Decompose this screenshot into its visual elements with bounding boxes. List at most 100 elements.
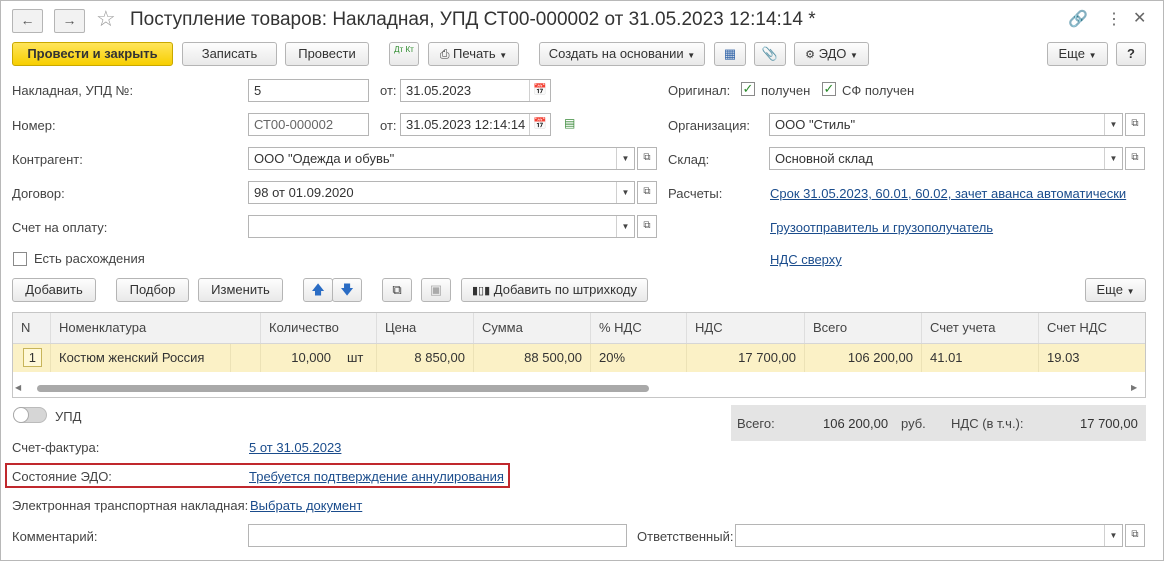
column-header-vat-account[interactable]: Счет НДС xyxy=(1039,313,1145,343)
cell-vat[interactable]: 17 700,00 xyxy=(687,344,805,372)
dropdown-arrow-icon[interactable]: ▼ xyxy=(616,182,634,203)
post-button[interactable]: Провести xyxy=(285,42,369,66)
pick-button[interactable]: Подбор xyxy=(116,278,189,302)
link-icon[interactable]: 🔗 xyxy=(1068,9,1088,29)
dropdown-arrow-icon[interactable]: ▼ xyxy=(616,148,634,169)
scroll-right-icon[interactable]: ▶ xyxy=(1131,383,1137,392)
open-icon: ⧉ xyxy=(643,152,651,163)
contract-field[interactable]: 98 от 01.09.2020 ▼ xyxy=(248,181,635,204)
invoice-no-field[interactable]: 5 xyxy=(248,79,369,102)
edo-button[interactable]: ⚙ ЭДО ▼ xyxy=(794,42,869,66)
move-up-button[interactable]: 🡅 xyxy=(303,278,333,302)
organization-label: Организация: xyxy=(668,118,751,133)
more-button[interactable]: Еще ▼ xyxy=(1047,42,1108,66)
upd-label: УПД xyxy=(55,409,82,424)
dropdown-arrow-icon[interactable]: ▼ xyxy=(1104,114,1122,135)
etn-link[interactable]: Выбрать документ xyxy=(250,498,362,513)
dropdown-arrow-icon[interactable]: ▼ xyxy=(1104,525,1122,546)
invoice-date-value: 31.05.2023 xyxy=(406,83,472,98)
cell-total[interactable]: 106 200,00 xyxy=(805,344,922,372)
organization-field[interactable]: ООО "Стиль" ▼ xyxy=(769,113,1123,136)
warehouse-field[interactable]: Основной склад ▼ xyxy=(769,147,1123,170)
cell-account[interactable]: 41.01 xyxy=(922,344,1039,372)
forward-button[interactable]: → xyxy=(54,9,85,33)
calendar-icon[interactable]: 📅 xyxy=(529,80,550,101)
save-button[interactable]: Записать xyxy=(182,42,277,66)
goods-table: N Номенклатура Количество Цена Сумма % Н… xyxy=(12,312,1146,398)
responsible-label: Ответственный: xyxy=(637,529,734,544)
scroll-left-icon[interactable]: ◀ xyxy=(15,383,21,392)
comment-field[interactable] xyxy=(248,524,627,547)
edo-state-link[interactable]: Требуется подтверждение аннулирования xyxy=(249,469,504,484)
dropdown-arrow-icon[interactable]: ▼ xyxy=(616,216,634,237)
number-field[interactable]: СТ00-000002 xyxy=(248,113,369,136)
dt-kt-button[interactable]: Дт Кт xyxy=(389,42,419,66)
contract-value: 98 от 01.09.2020 xyxy=(254,185,354,200)
number-date-field[interactable]: 31.05.2023 12:14:14 📅 xyxy=(400,113,551,136)
cell-qty[interactable]: 10,000 xyxy=(261,344,339,372)
counterparty-label: Контрагент: xyxy=(12,152,83,167)
column-header-sum[interactable]: Сумма xyxy=(474,313,591,343)
column-header-total[interactable]: Всего xyxy=(805,313,922,343)
structure-button[interactable]: ▦ xyxy=(714,42,746,66)
counterparty-field[interactable]: ООО "Одежда и обувь" ▼ xyxy=(248,147,635,170)
cell-price[interactable]: 8 850,00 xyxy=(377,344,474,372)
invoice-link[interactable]: 5 от 31.05.2023 xyxy=(249,440,341,455)
warehouse-label: Склад: xyxy=(668,152,710,167)
table-row[interactable]: 1 Костюм женский Россия 10,000 шт 8 850,… xyxy=(13,344,1145,372)
invoice-date-field[interactable]: 31.05.2023 📅 xyxy=(400,79,551,102)
open-contract-button[interactable]: ⧉ xyxy=(637,181,657,204)
cell-vat-account[interactable]: 19.03 xyxy=(1039,344,1145,372)
create-based-button[interactable]: Создать на основании ▼ xyxy=(539,42,705,66)
dropdown-arrow-icon[interactable]: ▼ xyxy=(1104,148,1122,169)
copy-icon: ⧉ xyxy=(392,282,402,297)
status-check-icon[interactable]: ▤ xyxy=(564,116,575,130)
attach-button[interactable]: 📎 xyxy=(754,42,786,66)
open-responsible-button[interactable]: ⧉ xyxy=(1125,524,1145,547)
add-row-button[interactable]: Добавить xyxy=(12,278,96,302)
change-button[interactable]: Изменить xyxy=(198,278,283,302)
column-header-price[interactable]: Цена xyxy=(377,313,474,343)
shipper-link[interactable]: Грузоотправитель и грузополучатель xyxy=(770,220,993,235)
horizontal-scrollbar[interactable] xyxy=(37,385,649,392)
back-button[interactable]: ← xyxy=(12,9,43,33)
payment-account-field[interactable]: ▼ xyxy=(248,215,635,238)
open-payment-account-button[interactable]: ⧉ xyxy=(637,215,657,238)
add-barcode-button[interactable]: ▮▯▮ Добавить по штрихкоду xyxy=(461,278,648,302)
column-header-qty[interactable]: Количество xyxy=(261,313,377,343)
post-and-close-button[interactable]: Провести и закрыть xyxy=(12,42,173,66)
structure-icon: ▦ xyxy=(723,46,737,61)
open-organization-button[interactable]: ⧉ xyxy=(1125,113,1145,136)
favorite-star-icon[interactable]: ☆ xyxy=(96,6,116,32)
column-header-n[interactable]: N xyxy=(13,313,51,343)
paste-button[interactable]: ▣ xyxy=(421,278,451,302)
close-icon[interactable]: ✕ xyxy=(1133,8,1146,28)
copy-row-button[interactable]: ⧉ xyxy=(382,278,412,302)
more-label: Еще xyxy=(1058,46,1085,61)
cell-sum[interactable]: 88 500,00 xyxy=(474,344,591,372)
more-vert-icon[interactable]: ⋮ xyxy=(1106,9,1122,29)
column-header-item[interactable]: Номенклатура xyxy=(51,313,261,343)
print-button[interactable]: ⎙ Печать ▼ xyxy=(428,42,519,66)
responsible-field[interactable]: ▼ xyxy=(735,524,1123,547)
column-header-vat-rate[interactable]: % НДС xyxy=(591,313,687,343)
table-more-button[interactable]: Еще ▼ xyxy=(1085,278,1146,302)
open-icon: ⧉ xyxy=(1131,152,1139,163)
cell-unit[interactable]: шт xyxy=(339,344,377,372)
received-checkbox[interactable]: ✓ xyxy=(741,82,755,96)
upd-toggle[interactable] xyxy=(13,407,47,423)
vat-link[interactable]: НДС сверху xyxy=(770,252,842,267)
help-button[interactable]: ? xyxy=(1116,42,1146,66)
open-counterparty-button[interactable]: ⧉ xyxy=(637,147,657,170)
move-down-button[interactable]: 🡇 xyxy=(332,278,362,302)
cell-n[interactable]: 1 xyxy=(13,344,51,372)
column-header-vat[interactable]: НДС xyxy=(687,313,805,343)
sf-received-checkbox[interactable]: ✓ xyxy=(822,82,836,96)
calendar-icon[interactable]: 📅 xyxy=(529,114,550,135)
settlements-link[interactable]: Срок 31.05.2023, 60.01, 60.02, зачет ава… xyxy=(770,186,1126,201)
column-header-account[interactable]: Счет учета xyxy=(922,313,1039,343)
cell-vat-rate[interactable]: 20% xyxy=(591,344,687,372)
cell-item[interactable]: Костюм женский Россия xyxy=(51,344,231,372)
open-warehouse-button[interactable]: ⧉ xyxy=(1125,147,1145,170)
discrepancy-checkbox[interactable] xyxy=(13,252,27,266)
